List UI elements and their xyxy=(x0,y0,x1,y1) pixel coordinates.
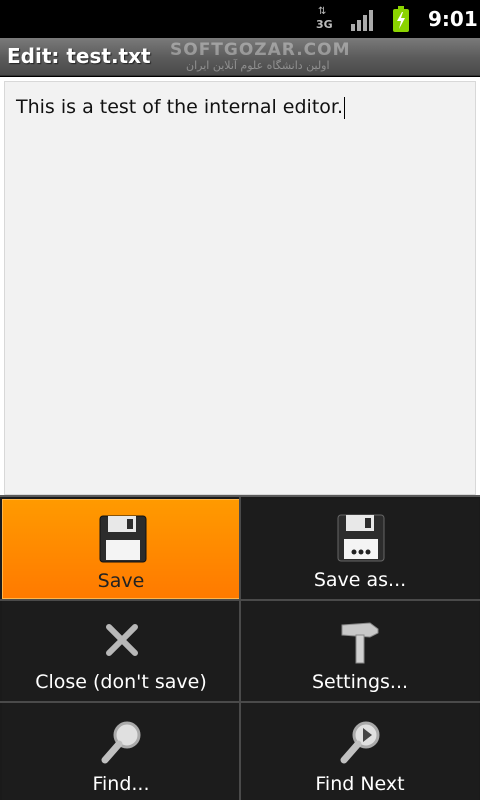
title-bar: Edit: test.txt SOFTGOZAR.COM اولین دانشگ… xyxy=(0,38,480,76)
signal-strength-icon xyxy=(351,10,373,31)
status-bar: ⇅ 3G 9:01 xyxy=(0,0,480,38)
editor-area: This is a test of the internal editor. xyxy=(0,77,480,495)
settings-button[interactable]: Settings... xyxy=(241,601,479,701)
clock-time: 9:01 xyxy=(428,7,478,31)
find-button[interactable]: Find... xyxy=(2,703,240,800)
options-menu: Save Save as... Close (don't save) Setti… xyxy=(0,495,480,800)
settings-label: Settings... xyxy=(311,671,409,693)
menu-divider-horizontal xyxy=(0,599,480,601)
network-type-label: 3G xyxy=(316,18,333,31)
network-activity-arrows: ⇅ xyxy=(318,6,326,17)
menu-divider-horizontal xyxy=(0,701,480,703)
watermark-text: SOFTGOZAR.COM xyxy=(170,40,351,60)
save-label: Save xyxy=(97,570,145,592)
magnifier-icon xyxy=(101,721,141,764)
save-as-label: Save as... xyxy=(313,569,407,591)
find-next-button[interactable]: Find Next xyxy=(241,703,479,800)
menu-divider-vertical xyxy=(239,497,241,800)
window-title: Edit: test.txt xyxy=(7,44,151,68)
3g-data-icon: ⇅ 3G xyxy=(316,7,334,33)
floppy-disk-icon xyxy=(99,515,147,563)
editor-text-line[interactable]: This is a test of the internal editor. xyxy=(16,95,346,119)
close-x-icon xyxy=(106,624,138,656)
hammer-icon xyxy=(341,622,379,664)
editor-text-content: This is a test of the internal editor. xyxy=(16,96,344,118)
watermark-subtext: اولین دانشگاه علوم آنلاین ایران xyxy=(186,59,330,72)
save-as-button[interactable]: Save as... xyxy=(241,499,479,599)
magnifier-next-icon xyxy=(340,721,380,764)
close-label: Close (don't save) xyxy=(35,671,207,693)
text-editor-field[interactable]: This is a test of the internal editor. xyxy=(4,81,476,495)
find-next-label: Find Next xyxy=(315,773,405,795)
floppy-disk-dots-icon xyxy=(337,514,385,562)
close-without-save-button[interactable]: Close (don't save) xyxy=(2,601,240,701)
text-caret xyxy=(344,96,346,119)
find-label: Find... xyxy=(92,773,150,795)
save-button[interactable]: Save xyxy=(2,499,240,599)
battery-charging-icon xyxy=(393,6,409,32)
